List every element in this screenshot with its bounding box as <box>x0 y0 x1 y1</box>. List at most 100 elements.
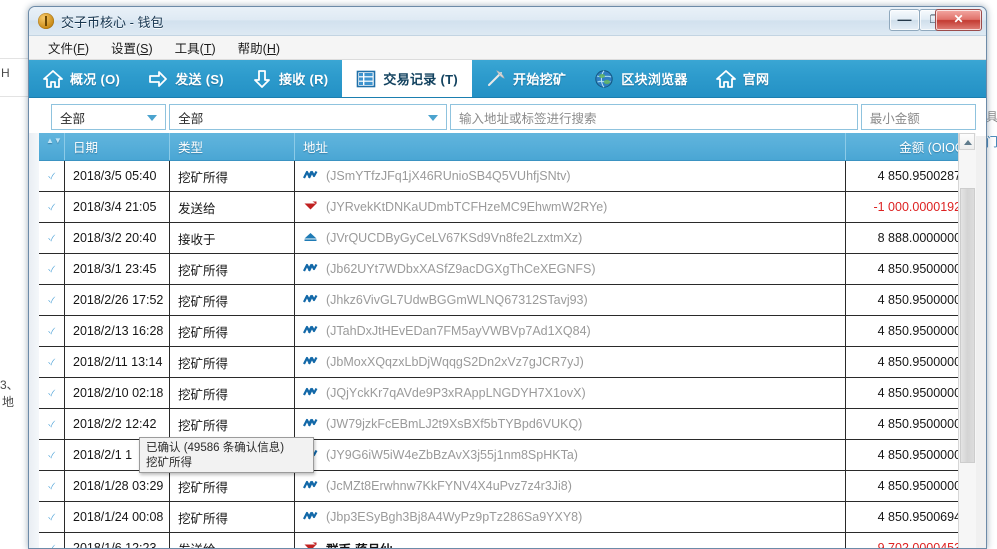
table-row[interactable]: 2018/3/2 20:40 接收于 (JVrQUCDByGyCeLV67KSd9V… <box>39 223 976 254</box>
toolbar-item-6[interactable]: 区块浏览器 <box>580 60 702 97</box>
address-text: (JY9G6iW5iW4eZbBzAvX3j55j1nm8SpHKTa) <box>326 448 578 462</box>
table-row[interactable]: 2018/1/24 00:08 挖矿所得 (Jbp3ESyBgh3Bj8A4WyPz… <box>39 502 976 533</box>
address-text: (JYRvekKtDNKaUDmbTCFHzeMC9EhwmW2RYe) <box>326 200 608 214</box>
menu-bar: 文件(F) 设置(S) 工具(T) 帮助(H) <box>29 36 986 60</box>
cell-type: 挖矿所得 <box>170 471 295 501</box>
address-text: (JTahDxJtHEvEDan7FM5ayVWBVp7Ad1XQ84) <box>326 324 591 338</box>
toolbar-item-label: 概况 (O) <box>70 72 121 87</box>
cell-type: 接收于 <box>170 223 295 253</box>
confirmed-status-icon <box>39 471 65 501</box>
toolbar-item-1[interactable]: 概况 (O) <box>29 60 134 97</box>
table-row[interactable]: 2018/3/5 05:40 挖矿所得 (JSmYTfzJFq1jX46RUnioS… <box>39 161 976 192</box>
bg-divider <box>0 58 28 59</box>
mined-icon <box>303 262 326 277</box>
table-row[interactable]: 2018/1/6 12:23发送给群币-蒋月仙 -9 702.00004530 <box>39 533 976 548</box>
coin-icon <box>38 13 54 29</box>
cell-type: 挖矿所得 <box>170 409 295 439</box>
cell-amount: 4 850.95000000 <box>877 479 968 493</box>
column-header-amount[interactable]: 金额 (OIOC) <box>846 133 976 160</box>
table-row[interactable]: 2018/2/11 13:14 挖矿所得 (JbMoxXQqzxLbDjWqqgS2… <box>39 347 976 378</box>
cell-amount: 4 850.95000000 <box>877 262 968 276</box>
table-body: 2018/3/5 05:40 挖矿所得 (JSmYTfzJFq1jX46RUnioS… <box>39 161 976 548</box>
toolbar-item-7[interactable]: 官网 <box>702 60 784 97</box>
globe-icon <box>594 69 614 89</box>
tooltip-line-2: 挖矿所得 <box>146 457 192 469</box>
filter-bar: 全部 全部 输入地址或标签进行搜索 最小金额 <box>29 98 986 136</box>
mined-icon <box>303 169 326 184</box>
menu-item-1[interactable]: 文件(F) <box>37 36 100 60</box>
cell-date: 2018/3/2 20:40 <box>65 223 170 253</box>
cell-type: 挖矿所得 <box>170 254 295 284</box>
list-icon <box>356 69 376 89</box>
toolbar-item-label: 官网 <box>742 72 770 87</box>
cell-address: (JTahDxJtHEvEDan7FM5ayVWBVp7Ad1XQ84) <box>295 316 846 346</box>
toolbar-item-label: 发送 (S) <box>175 72 224 87</box>
cell-date: 2018/3/5 05:40 <box>65 161 170 191</box>
column-header-date[interactable]: 日期 <box>65 133 170 160</box>
column-header-type[interactable]: 类型 <box>170 133 295 160</box>
home-icon <box>43 69 63 89</box>
cell-address: (JW79jzkFcEBmLJ2t9XsBXf5bTYBpd6VUKQ) <box>295 409 846 439</box>
search-input[interactable]: 输入地址或标签进行搜索 <box>449 104 858 130</box>
vertical-scrollbar[interactable] <box>958 133 976 548</box>
confirmed-status-icon <box>39 192 65 222</box>
table-row[interactable]: 2018/2/13 16:28 挖矿所得 (JTahDxJtHEvEDan7FM5a… <box>39 316 976 347</box>
cell-date: 2018/1/28 03:29 <box>65 471 170 501</box>
cell-amount: -1 000.00001920 <box>873 200 968 214</box>
status-filter-dropdown[interactable]: 全部 <box>51 104 167 130</box>
minimize-button[interactable]: — <box>889 9 920 31</box>
cell-address: (JVrQUCDByGyCeLV67KSd9Vn8fe2LzxtmXz) <box>295 223 846 253</box>
bg-divider <box>0 96 28 97</box>
confirmed-status-icon <box>39 409 65 439</box>
toolbar-item-2[interactable]: 发送 (S) <box>134 60 238 97</box>
address-text: (JQjYckKr7qAVde9P3xRAppLNGDYH7X1ovX) <box>326 386 586 400</box>
scroll-up-arrow-icon[interactable] <box>959 133 975 150</box>
address-text: (Jb62UYt7WDbxXASfZ9acDGXgThCeXEGNFS) <box>326 262 596 276</box>
column-header-address[interactable]: 地址 <box>295 133 846 160</box>
arrow-right-icon <box>148 69 168 89</box>
confirmed-status-icon <box>39 347 65 377</box>
menu-item-4[interactable]: 帮助(H) <box>227 36 291 60</box>
address-text: (JSmYTfzJFq1jX46RUnioSB4Q5VUhfjSNtv) <box>326 169 571 183</box>
bg-fragment-5: 门 <box>986 135 997 149</box>
toolbar-item-4[interactable]: 交易记录 (T) <box>342 60 473 97</box>
mined-icon <box>303 510 326 525</box>
title-bar[interactable]: 交子币核心 - 钱包 — ❐ ✕ <box>29 7 986 36</box>
menu-item-2[interactable]: 设置(S) <box>100 36 164 60</box>
min-amount-input[interactable]: 最小金额 <box>860 104 976 130</box>
table-row[interactable]: 2018/2/10 02:18 挖矿所得 (JQjYckKr7qAVde9P3xRA… <box>39 378 976 409</box>
cell-address: (JbMoxXQqzxLbDjWqqgS2Dn2xVz7gJCR7yJ) <box>295 347 846 377</box>
toolbar-item-label: 交易记录 (T) <box>383 72 459 87</box>
close-button[interactable]: ✕ <box>935 9 982 31</box>
tooltip-line-1: 已确认 (49586 条确认信息) <box>146 442 285 454</box>
close-icon: ✕ <box>953 12 964 26</box>
mined-icon <box>303 293 326 308</box>
cell-amount: 4 850.95006945 <box>877 510 968 524</box>
chevron-down-icon <box>427 115 438 121</box>
confirmed-status-icon <box>39 440 65 470</box>
confirmed-status-icon <box>39 502 65 532</box>
menu-item-3[interactable]: 工具(T) <box>164 36 227 60</box>
type-filter-dropdown[interactable]: 全部 <box>169 104 447 130</box>
toolbar-item-3[interactable]: 接收 (R) <box>238 60 342 97</box>
mined-icon <box>303 417 326 432</box>
cell-amount: 4 850.95000000 <box>877 417 968 431</box>
table-row[interactable]: 2018/3/4 21:05 发送给 (JYRvekKtDNKaUDmbTCFHze… <box>39 192 976 223</box>
scrollbar-thumb[interactable] <box>960 188 975 463</box>
cell-type: 挖矿所得 <box>170 502 295 532</box>
cell-amount: 4 850.95002873 <box>877 169 968 183</box>
toolbar-item-5[interactable]: 开始挖矿 <box>472 60 580 97</box>
cell-type: 挖矿所得 <box>170 161 295 191</box>
address-text: (JcMZt8Erwhnw7KkFYNV4X4uPvz7z4r3Ji8) <box>326 479 572 493</box>
table-row[interactable]: 2018/3/1 23:45 挖矿所得 (Jb62UYt7WDbxXASfZ9acD… <box>39 254 976 285</box>
confirmed-status-icon <box>39 223 65 253</box>
column-header-status[interactable]: ▲▼ <box>39 133 65 160</box>
table-row[interactable]: 2018/1/28 03:29 挖矿所得 (JcMZt8Erwhnw7KkFYNV4… <box>39 471 976 502</box>
table-row[interactable]: 2018/2/26 17:52 挖矿所得 (Jhkz6VivGL7UdwBGGmWL… <box>39 285 976 316</box>
cell-type: 挖矿所得 <box>170 316 295 346</box>
cell-address: (JSmYTfzJFq1jX46RUnioSB4Q5VUhfjSNtv) <box>295 161 846 191</box>
cell-amount: -9 702.00004530 <box>873 541 968 548</box>
table-row[interactable]: 2018/2/2 12:42 挖矿所得 (JW79jzkFcEBmLJ2t9XsBX… <box>39 409 976 440</box>
toolbar-item-label: 接收 (R) <box>278 72 329 87</box>
cell-address: (JcMZt8Erwhnw7KkFYNV4X4uPvz7z4r3Ji8) <box>295 471 846 501</box>
